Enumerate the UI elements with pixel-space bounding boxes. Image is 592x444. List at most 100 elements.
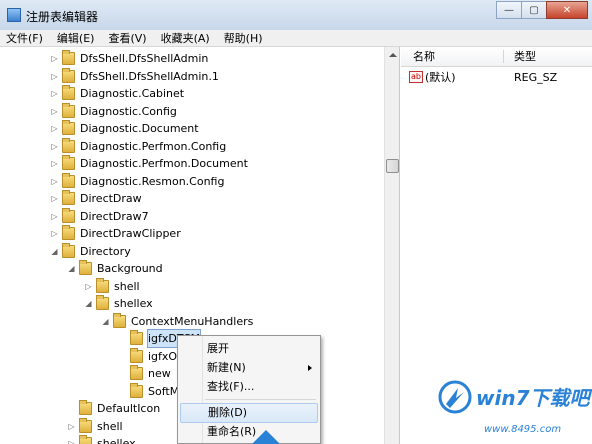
column-separator[interactable] — [503, 50, 504, 63]
menu-new[interactable]: 新建(N) — [180, 358, 318, 378]
menu-delete-label: 删除(D) — [208, 406, 248, 419]
folder-icon — [130, 365, 143, 380]
tree-item[interactable]: ▷ Diagnostic.Perfmon.Config — [50, 137, 226, 155]
menu-find-label: 查找(F)... — [207, 380, 255, 393]
scroll-thumb[interactable] — [386, 159, 399, 173]
expand-arrow-icon[interactable]: ▷ — [50, 120, 59, 137]
expand-arrow-icon[interactable]: ▷ — [50, 155, 59, 172]
tree-item[interactable]: ▷ DfsShell.DfsShellAdmin.1 — [50, 67, 219, 85]
menu-expand[interactable]: 展开 — [180, 339, 318, 359]
menu-rename[interactable]: 重命名(R) — [180, 422, 318, 442]
menu-delete[interactable]: 删除(D) — [180, 403, 318, 423]
tree-item[interactable]: new — [118, 365, 171, 382]
title-bar: 注册表编辑器 — ▢ ✕ — [0, 0, 592, 31]
scroll-up-arrow-icon[interactable] — [389, 53, 397, 57]
minimize-button[interactable]: — — [496, 1, 522, 19]
folder-icon — [62, 225, 75, 240]
tree-item-label: DirectDrawClipper — [80, 227, 181, 240]
tree-item[interactable]: ▷ DfsShell.DfsShellAdmin — [50, 50, 208, 67]
expand-arrow-icon[interactable]: ▷ — [50, 103, 59, 120]
tree-item[interactable]: ▷ DirectDraw — [50, 190, 142, 207]
tree-item[interactable]: ▷ Diagnostic.Config — [50, 102, 177, 120]
tree-item[interactable]: ▷ Diagnostic.Document — [50, 120, 199, 137]
tree-item[interactable]: ▷ shellex — [67, 435, 136, 444]
menu-favorites[interactable]: 收藏夹(A) — [161, 30, 210, 46]
tree-item-label: DfsShell.DfsShellAdmin.1 — [80, 69, 219, 83]
collapse-arrow-icon[interactable]: ◢ — [67, 260, 76, 277]
folder-icon — [62, 50, 75, 65]
tree-item-label: Diagnostic.Cabinet — [80, 87, 185, 100]
context-menu: 展开 新建(N) 查找(F)... 删除(D) 重命名(R) — [177, 335, 321, 444]
tree-item[interactable]: ▷ shell — [67, 417, 123, 435]
tree-item-label: DfsShell.DfsShellAdmin — [80, 52, 209, 65]
tree-item[interactable]: ▷ Diagnostic.Cabinet — [50, 85, 184, 102]
tree-item[interactable]: ▷ shell — [84, 277, 140, 295]
folder-icon — [96, 295, 109, 310]
maximize-button[interactable]: ▢ — [521, 1, 547, 19]
watermark-url: www.8495.com — [484, 424, 562, 435]
menu-edit[interactable]: 编辑(E) — [57, 30, 95, 46]
tree-item-label: Diagnostic.Config — [80, 104, 177, 118]
collapse-arrow-icon[interactable]: ◢ — [50, 243, 59, 260]
menu-rename-label: 重命名(R) — [207, 425, 257, 438]
expand-arrow-icon[interactable]: ▷ — [67, 435, 76, 444]
expand-arrow-icon[interactable]: ▷ — [84, 278, 93, 295]
folder-icon — [62, 190, 75, 205]
tree-item[interactable]: ◢ Directory — [50, 242, 131, 260]
expand-arrow-icon[interactable]: ▷ — [50, 190, 59, 207]
tree-item-label: Directory — [80, 244, 131, 258]
menu-find[interactable]: 查找(F)... — [180, 377, 318, 397]
expand-arrow-icon[interactable]: ▷ — [50, 50, 59, 67]
tree-item[interactable]: ◢ shellex — [84, 295, 153, 312]
list-header: 名称 类型 — [401, 47, 592, 67]
folder-icon — [79, 435, 92, 444]
submenu-arrow-icon — [308, 365, 312, 371]
tree-item-label: shellex — [97, 437, 136, 444]
menu-view[interactable]: 查看(V) — [108, 30, 146, 46]
expand-arrow-icon[interactable]: ▷ — [50, 85, 59, 102]
expand-arrow-icon[interactable]: ▷ — [50, 225, 59, 242]
folder-icon — [79, 400, 92, 415]
tree-item[interactable]: ◢ ContextMenuHandlers — [101, 312, 253, 330]
tree-item[interactable]: ▷ DirectDraw7 — [50, 207, 149, 225]
folder-icon — [130, 382, 143, 398]
tree-item-label: Diagnostic.Perfmon.Document — [80, 157, 248, 170]
folder-icon — [113, 312, 126, 328]
tree-item-label: shell — [97, 419, 123, 433]
expand-arrow-icon[interactable]: ▷ — [50, 208, 59, 225]
folder-icon — [62, 155, 75, 170]
registry-editor-icon — [7, 8, 21, 22]
expand-arrow-icon[interactable]: ▷ — [67, 418, 76, 435]
menu-help[interactable]: 帮助(H) — [224, 30, 263, 46]
tree-item-label: new — [148, 367, 171, 380]
tree-item[interactable]: ◢ Background — [67, 260, 163, 277]
folder-icon — [62, 67, 75, 83]
value-row-default[interactable]: ab (默认) REG_SZ — [401, 69, 592, 86]
folder-icon — [79, 417, 92, 433]
expand-arrow-icon[interactable]: ▷ — [50, 68, 59, 85]
menu-new-label: 新建(N) — [207, 361, 246, 374]
expand-arrow-icon[interactable]: ▷ — [50, 173, 59, 190]
tree-item-label: DefaultIcon — [97, 402, 161, 415]
expand-arrow-icon[interactable]: ▷ — [50, 138, 59, 155]
tree-item-label: DirectDraw — [80, 192, 142, 205]
collapse-arrow-icon[interactable]: ◢ — [84, 295, 93, 312]
folder-icon — [62, 242, 75, 258]
column-name[interactable]: 名称 — [413, 47, 435, 66]
string-value-icon: ab — [409, 71, 423, 83]
value-type: REG_SZ — [514, 71, 558, 84]
tree-item[interactable]: ▷ Diagnostic.Resmon.Config — [50, 172, 224, 190]
tree-scrollbar[interactable] — [384, 47, 399, 444]
window-title: 注册表编辑器 — [26, 10, 99, 24]
collapse-arrow-icon[interactable]: ◢ — [101, 313, 110, 330]
menu-file[interactable]: 文件(F) — [6, 30, 43, 46]
window-controls: — ▢ ✕ — [496, 1, 588, 19]
tree-item[interactable]: DefaultIcon — [67, 400, 160, 417]
tree-item[interactable]: ▷ DirectDrawClipper — [50, 225, 181, 242]
close-button[interactable]: ✕ — [546, 1, 588, 19]
folder-icon — [79, 260, 92, 275]
tree-item-label: shellex — [114, 297, 153, 310]
column-type[interactable]: 类型 — [514, 47, 536, 66]
tree-item[interactable]: ▷ Diagnostic.Perfmon.Document — [50, 155, 248, 172]
folder-icon — [62, 120, 75, 135]
